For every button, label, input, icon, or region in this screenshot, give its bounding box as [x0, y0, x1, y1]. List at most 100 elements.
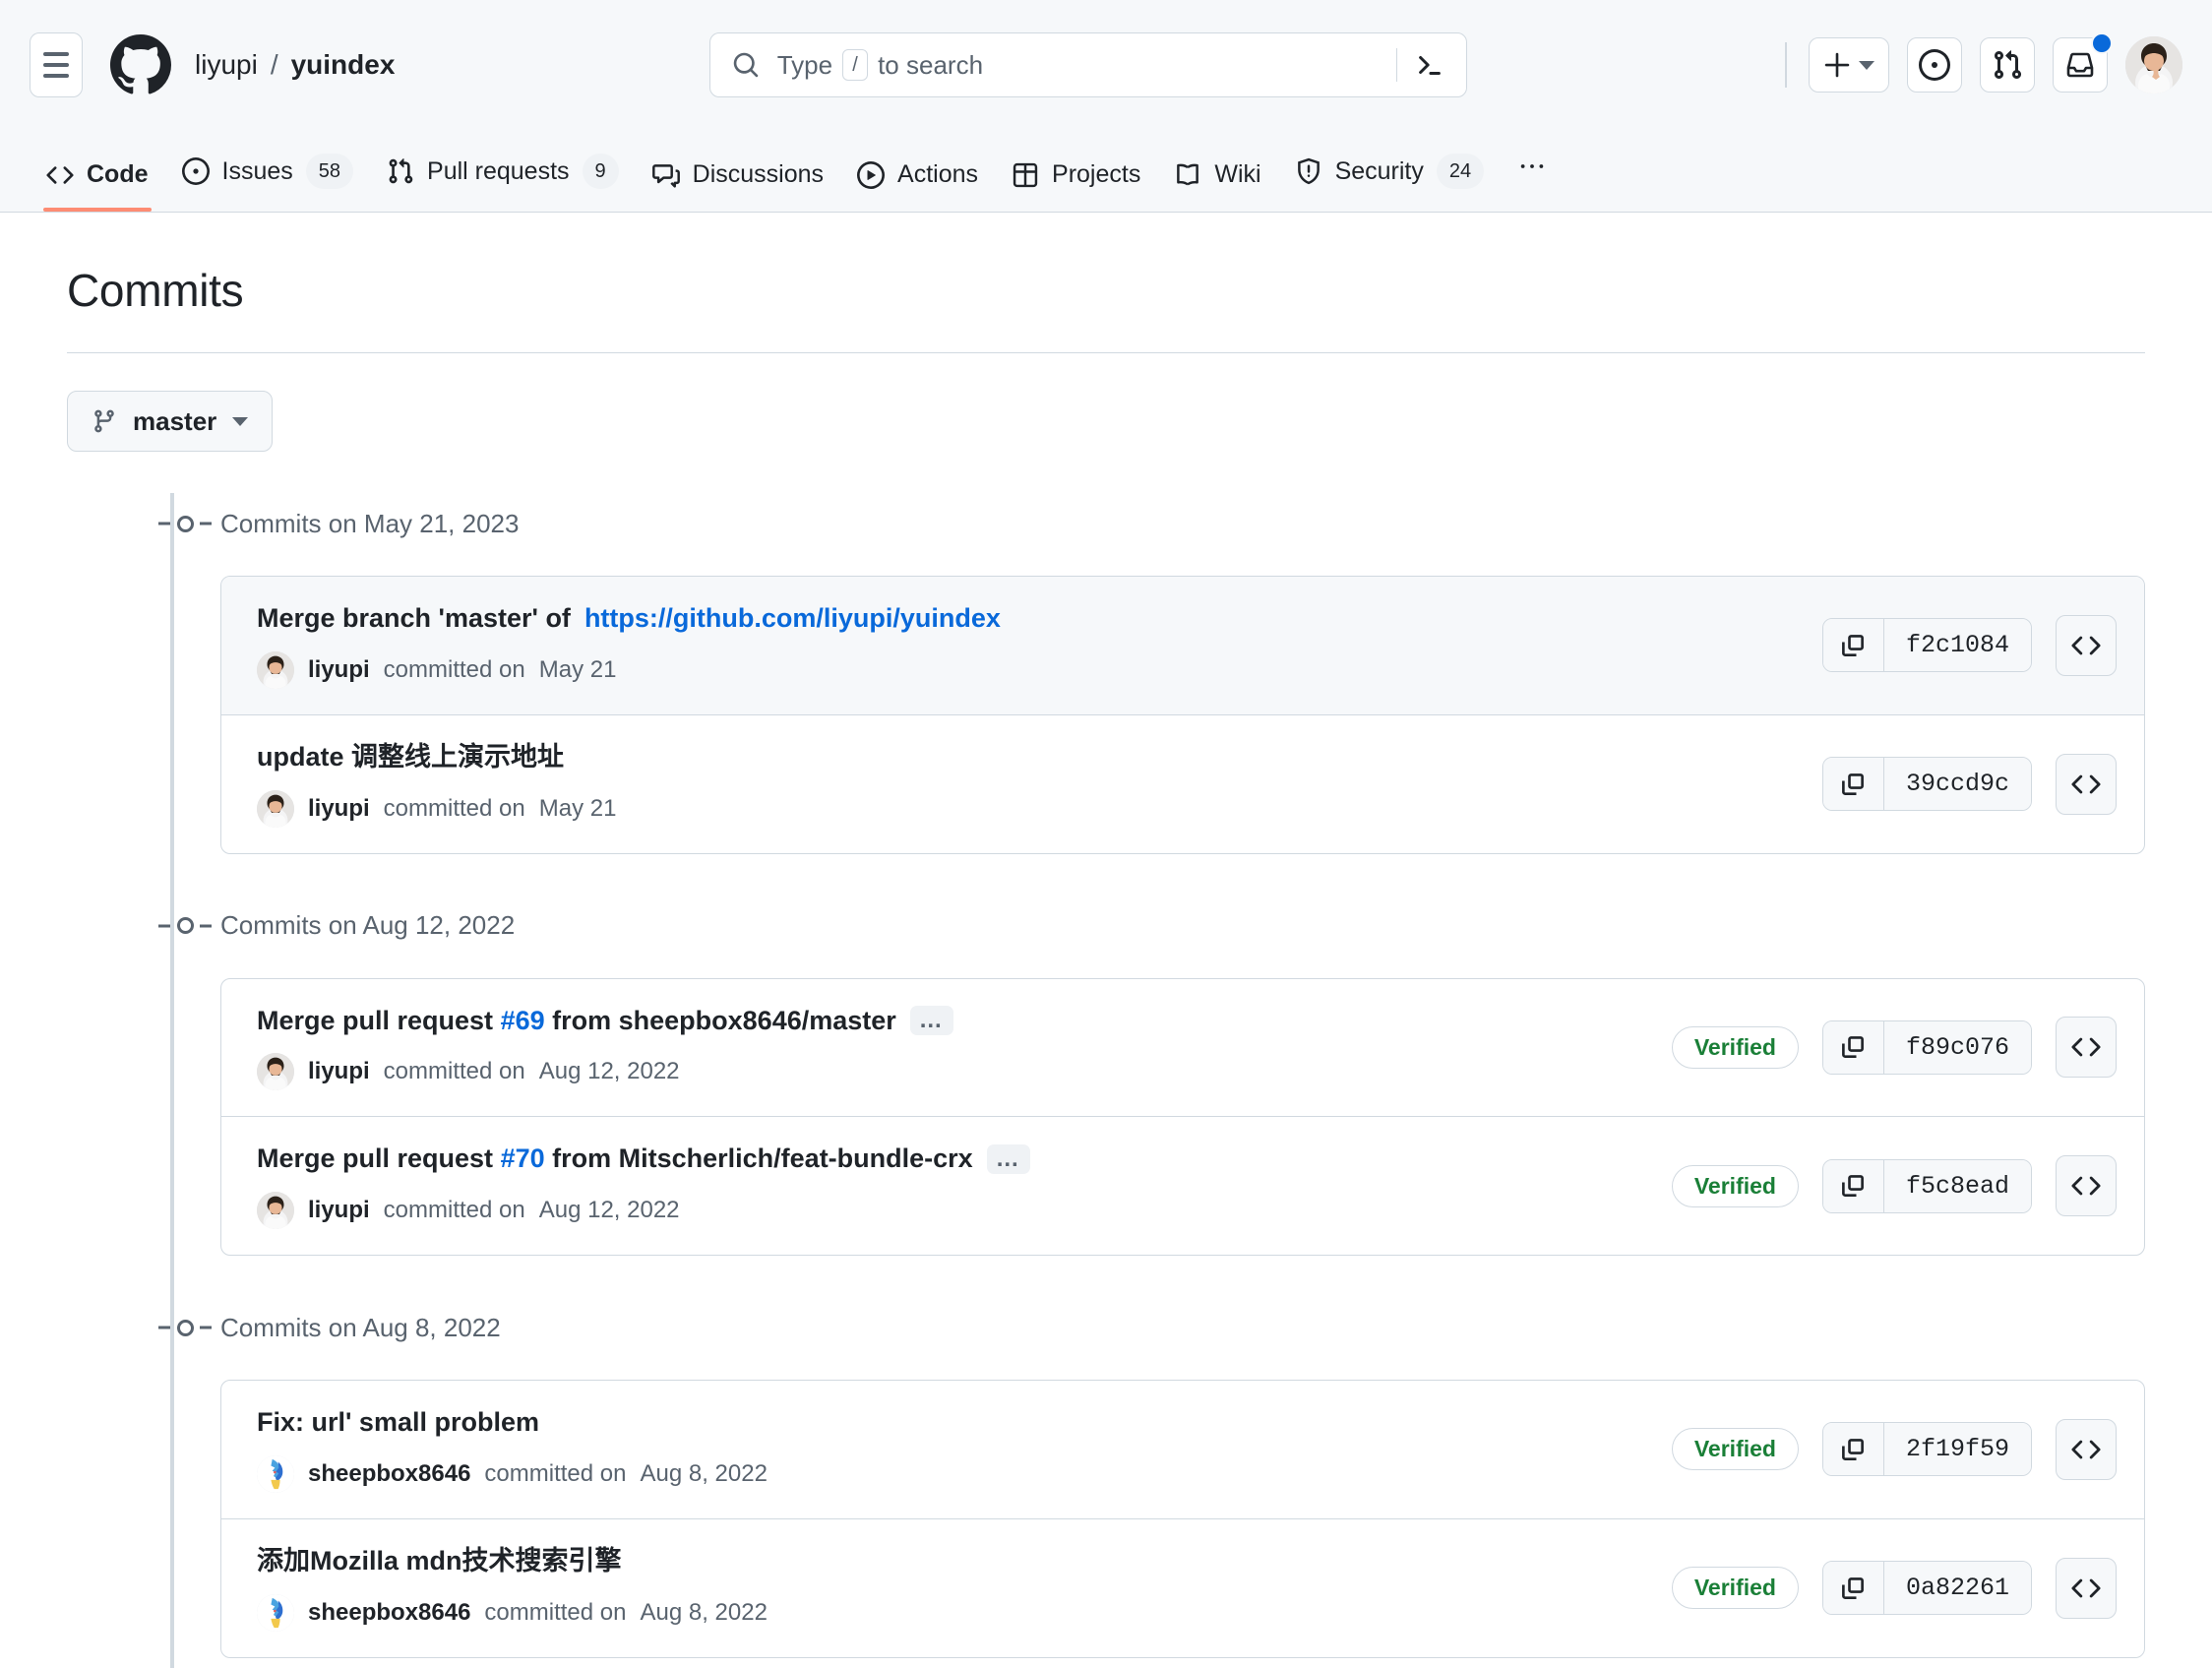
commit-verb: committed on [383, 794, 525, 822]
commit-message-link[interactable]: https://github.com/liyupi/yuindex [584, 602, 1001, 636]
commit-main: Merge pull request #69 from sheepbox8646… [257, 1005, 1648, 1091]
browse-repository-button[interactable] [2056, 753, 2117, 815]
commit-sha[interactable]: 0a82261 [1883, 1562, 2031, 1615]
tab-label: Projects [1052, 160, 1141, 188]
search-input[interactable]: Type / to search [708, 32, 1467, 97]
browse-repository-button[interactable] [2056, 614, 2117, 676]
browse-repository-button[interactable] [2056, 1418, 2117, 1480]
commit-author[interactable]: sheepbox8646 [308, 1599, 470, 1627]
commit-title: Merge pull request #70 from Mitscherlich… [257, 1143, 1648, 1176]
tab-projects[interactable]: Projects [995, 160, 1157, 212]
commit-message-text[interactable]: Merge branch 'master' of [257, 602, 571, 636]
your-issues-button[interactable] [1907, 37, 1962, 93]
tab-actions[interactable]: Actions [840, 160, 995, 212]
commit-verb: committed on [484, 1459, 627, 1487]
breadcrumb-repo[interactable]: yuindex [291, 49, 396, 81]
commits-timeline: Commits on May 21, 2023 Merge branch 'ma… [67, 493, 2145, 1668]
commit-author[interactable]: liyupi [308, 795, 370, 823]
avatar[interactable] [257, 1593, 294, 1632]
table-row[interactable]: Fix: url' small problem sheepbox8646 com… [221, 1381, 2144, 1518]
table-row[interactable]: 添加Mozilla mdn技术搜索引擎 sheepbox8646 committ… [221, 1517, 2144, 1657]
github-logo-icon[interactable] [110, 34, 171, 95]
commit-message-text[interactable]: update 调整线上演示地址 [257, 741, 564, 774]
status-badge[interactable]: Verified [1671, 1567, 1799, 1610]
global-header: liyupi / yuindex Type / to search [0, 0, 2212, 130]
tab-label: Discussions [692, 160, 825, 188]
commit-sha[interactable]: 2f19f59 [1883, 1423, 2031, 1476]
commit-author[interactable]: sheepbox8646 [308, 1460, 470, 1488]
tab-code[interactable]: Code [30, 160, 165, 212]
header-actions [1781, 32, 2182, 93]
hamburger-menu-button[interactable] [30, 32, 83, 97]
commit-actions: Verified f5c8ead [1671, 1155, 2117, 1217]
tab-security[interactable]: Security 24 [1278, 154, 1502, 212]
commit-author[interactable]: liyupi [308, 1197, 370, 1224]
commit-message-text[interactable]: 添加Mozilla mdn技术搜索引擎 [257, 1545, 622, 1578]
commit-group-label: Commits on Aug 12, 2022 [220, 910, 516, 940]
branch-name-label: master [133, 405, 217, 436]
commit-sha[interactable]: f89c076 [1883, 1020, 2031, 1074]
commit-meta: sheepbox8646 committed on Aug 8, 2022 [257, 1454, 1648, 1493]
commit-actions: Verified 0a82261 [1671, 1557, 2117, 1619]
commit-title: Fix: url' small problem [257, 1406, 1648, 1440]
notifications-button[interactable] [2053, 32, 2113, 93]
expand-commit-description-button[interactable]: … [909, 1006, 953, 1036]
tab-pull-requests[interactable]: Pull requests 9 [370, 154, 636, 212]
commit-message-wrap[interactable]: Merge pull request #70 from Mitscherlich… [257, 1143, 973, 1176]
avatar[interactable] [257, 650, 294, 689]
status-badge[interactable]: Verified [1671, 1025, 1799, 1069]
tab-discussions[interactable]: Discussions [636, 160, 840, 212]
avatar[interactable] [257, 1454, 294, 1493]
browse-repository-button[interactable] [2056, 1017, 2117, 1079]
commit-actions: 39ccd9c [1821, 753, 2117, 815]
table-row[interactable]: update 调整线上演示地址 liyupi committed on May … [221, 713, 2144, 853]
copy-icon[interactable] [1822, 1159, 1884, 1212]
browse-repository-button[interactable] [2056, 1557, 2117, 1619]
copy-icon[interactable] [1822, 619, 1884, 672]
comment-discussion-icon [651, 161, 680, 189]
tab-wiki[interactable]: Wiki [1157, 160, 1277, 212]
branch-selector-button[interactable]: master [67, 391, 274, 452]
more-tabs-button[interactable] [1501, 152, 1564, 212]
commit-message-text: Merge pull request [257, 1005, 501, 1035]
notification-indicator-dot [2091, 32, 2113, 54]
commit-sha[interactable]: f2c1084 [1883, 619, 2031, 672]
table-row[interactable]: Merge pull request #69 from sheepbox8646… [221, 979, 2144, 1117]
commit-date: Aug 8, 2022 [640, 1598, 768, 1626]
expand-commit-description-button[interactable]: … [986, 1144, 1030, 1175]
avatar[interactable] [2125, 36, 2182, 93]
table-row[interactable]: Merge branch 'master' of https://github.… [221, 577, 2144, 714]
play-icon [857, 160, 886, 189]
your-pull-requests-button[interactable] [1980, 37, 2035, 93]
commit-author[interactable]: liyupi [308, 656, 370, 684]
copy-icon[interactable] [1822, 1562, 1884, 1615]
commit-sha-group: 0a82261 [1821, 1561, 2032, 1616]
commit-message-text[interactable]: Fix: url' small problem [257, 1406, 539, 1440]
search-placeholder-text: Type / to search [777, 49, 1390, 81]
status-badge[interactable]: Verified [1671, 1164, 1799, 1207]
commit-sha[interactable]: f5c8ead [1883, 1159, 2031, 1212]
commit-message-wrap[interactable]: Merge pull request #69 from sheepbox8646… [257, 1005, 896, 1038]
status-badge[interactable]: Verified [1671, 1428, 1799, 1471]
command-palette-icon[interactable] [1415, 50, 1444, 80]
commit-group-header: Commits on Aug 12, 2022 [176, 896, 2145, 957]
copy-icon[interactable] [1822, 1020, 1884, 1074]
avatar[interactable] [257, 789, 294, 828]
table-row[interactable]: Merge pull request #70 from Mitscherlich… [221, 1116, 2144, 1255]
commit-date: May 21 [538, 794, 617, 822]
avatar[interactable] [257, 1053, 294, 1091]
commit-author[interactable]: liyupi [308, 1058, 370, 1085]
browse-repository-button[interactable] [2056, 1155, 2117, 1217]
book-icon [1174, 161, 1201, 189]
avatar[interactable] [257, 1192, 294, 1229]
tab-issues[interactable]: Issues 58 [165, 154, 371, 212]
create-new-button[interactable] [1809, 37, 1889, 93]
copy-icon[interactable] [1822, 758, 1884, 811]
pull-request-link[interactable]: #70 [501, 1143, 545, 1173]
commit-sha[interactable]: 39ccd9c [1883, 758, 2031, 811]
breadcrumb-owner[interactable]: liyupi [195, 49, 258, 81]
pull-request-link[interactable]: #69 [501, 1006, 545, 1035]
commit-message-text: Merge pull request [257, 1143, 501, 1174]
copy-icon[interactable] [1822, 1423, 1884, 1476]
commit-title: Merge branch 'master' of https://github.… [257, 602, 1799, 636]
